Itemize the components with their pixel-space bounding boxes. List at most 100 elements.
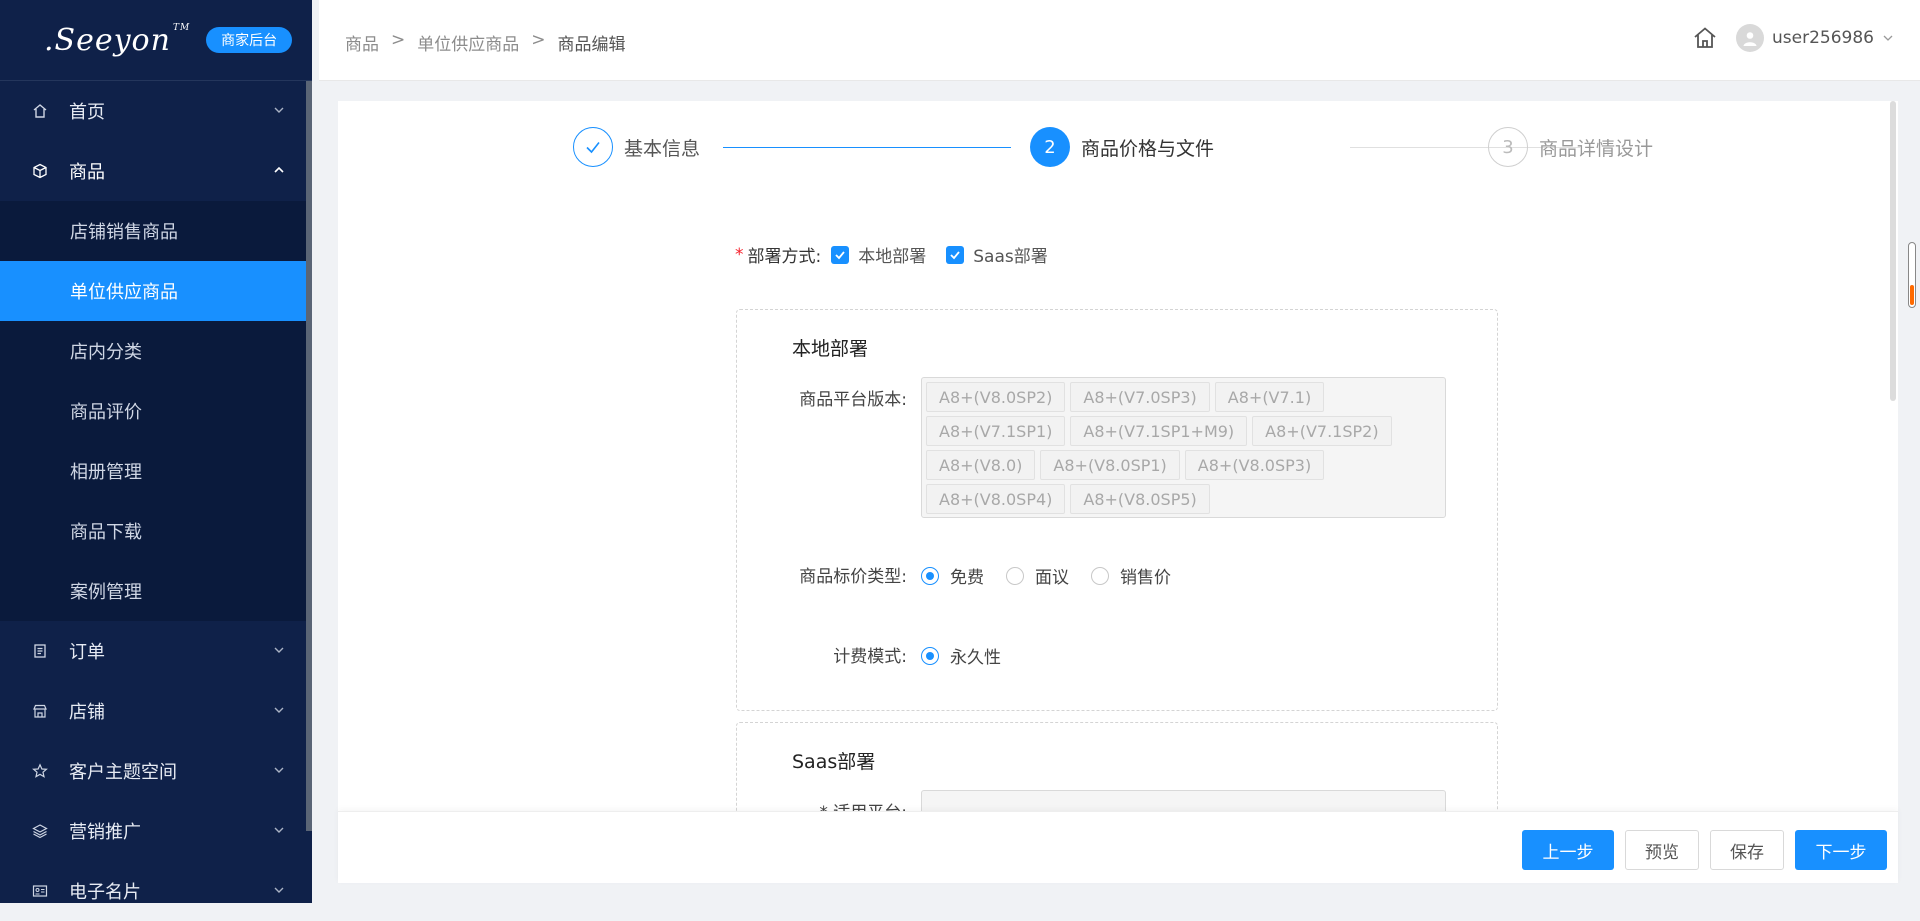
steps: 基本信息 2 商品价格与文件 3 商品详情设计 <box>573 127 1673 167</box>
platform-label: * 适用平台: <box>767 798 907 811</box>
logo[interactable]: .Seeyon TM <box>44 23 190 58</box>
sidebar-subitem-album[interactable]: 相册管理 <box>0 441 312 501</box>
sidebar-item-goods[interactable]: 商品 <box>0 141 312 201</box>
sidebar-item-customer-space[interactable]: 客户主题空间 <box>0 741 312 801</box>
version-tag: A8+(V7.1) <box>1214 382 1325 412</box>
version-select[interactable]: A8+(V8.0SP2) A8+(V7.0SP3) A8+(V7.1) A8+(… <box>921 377 1446 518</box>
radio-circle <box>921 566 939 585</box>
radio-free[interactable]: 免费 <box>921 563 984 588</box>
version-tag: A8+(V8.0SP5) <box>1070 484 1210 514</box>
step-connector <box>723 147 1011 148</box>
version-tag: A8+(V8.0) <box>926 450 1036 480</box>
footer-actions: 上一步 预览 保存 下一步 <box>338 811 1898 883</box>
chevron-down-icon <box>274 887 284 893</box>
sidebar-item-orders[interactable]: 订单 <box>0 621 312 681</box>
home-icon[interactable] <box>1692 25 1718 51</box>
chevron-down-icon <box>274 707 284 713</box>
logo-text: .Seeyon <box>44 22 171 58</box>
version-label: 商品平台版本: <box>799 390 907 410</box>
chevron-down-icon <box>274 107 284 113</box>
price-type-radio-group: 免费 面议 销售价 <box>921 563 1193 588</box>
version-tag: A8+(V8.0SP1) <box>1040 450 1180 480</box>
breadcrumb-separator: > <box>531 30 546 50</box>
star-icon <box>32 763 48 779</box>
home-icon <box>32 103 48 119</box>
radio-permanent[interactable]: 永久性 <box>921 643 1001 668</box>
sidebar-item-label: 电子名片 <box>69 882 141 903</box>
panel-title: Saas部署 <box>792 751 876 773</box>
box-icon <box>32 163 48 179</box>
sidebar-item-label: 商品 <box>69 162 105 183</box>
sidebar-item-label: 店铺 <box>69 702 105 723</box>
required-mark: * <box>735 244 744 265</box>
platform-select[interactable] <box>921 790 1446 811</box>
checkbox-label[interactable]: Saas部署 <box>973 242 1047 267</box>
next-step-button[interactable]: 下一步 <box>1795 830 1887 870</box>
sidebar-subitem-reviews[interactable]: 商品评价 <box>0 381 312 441</box>
sidebar-item-label: 客户主题空间 <box>69 762 177 783</box>
local-deploy-panel: 本地部署 商品平台版本: A8+(V8.0SP2) A8+(V7.0SP3) A… <box>736 309 1498 711</box>
sidebar-item-home[interactable]: 首页 <box>0 81 312 141</box>
version-tag: A8+(V7.1SP1) <box>926 416 1066 446</box>
checkbox-local-deploy[interactable] <box>831 245 850 264</box>
order-icon <box>32 643 48 659</box>
sidebar-subitem-store-category[interactable]: 店内分类 <box>0 321 312 381</box>
sidebar-item-store[interactable]: 店铺 <box>0 681 312 741</box>
checkbox-saas-deploy[interactable] <box>946 245 965 264</box>
chevron-up-icon <box>274 166 284 173</box>
panel-title: 本地部署 <box>792 338 869 360</box>
breadcrumb-separator: > <box>391 30 406 50</box>
check-icon <box>573 127 613 167</box>
version-tag: A8+(V7.0SP3) <box>1070 382 1210 412</box>
merchant-badge: 商家后台 <box>206 27 293 53</box>
logo-tm: TM <box>172 22 191 33</box>
step-label: 基本信息 <box>624 137 701 160</box>
checkbox-label[interactable]: 本地部署 <box>858 242 926 267</box>
layers-icon <box>32 823 48 839</box>
step-label: 商品详情设计 <box>1539 137 1654 160</box>
radio-circle <box>921 646 939 665</box>
step-price-files[interactable]: 2 商品价格与文件 <box>1030 127 1214 167</box>
breadcrumb: 商品 > 单位供应商品 > 商品编辑 <box>345 30 626 55</box>
version-tag: A8+(V8.0SP2) <box>926 382 1066 412</box>
deploy-method-row: * 部署方式: 本地部署 Saas部署 <box>735 242 1068 268</box>
price-type-label: 商品标价类型: <box>799 567 907 587</box>
chevron-down-icon <box>274 827 284 833</box>
scroll-indicator <box>1910 285 1914 305</box>
deploy-method-label: 部署方式: <box>747 247 822 267</box>
radio-circle <box>1006 566 1024 585</box>
avatar <box>1736 24 1765 52</box>
sidebar-item-marketing[interactable]: 营销推广 <box>0 801 312 861</box>
sidebar-subitem-store-sales[interactable]: 店铺销售商品 <box>0 201 312 261</box>
step-number: 2 <box>1030 127 1070 167</box>
sidebar-subitem-unit-supply[interactable]: 单位供应商品 <box>0 261 312 321</box>
step-detail-design[interactable]: 3 商品详情设计 <box>1488 127 1653 167</box>
billing-mode-label: 计费模式: <box>833 647 907 667</box>
prev-step-button[interactable]: 上一步 <box>1522 830 1614 870</box>
preview-button[interactable]: 预览 <box>1625 830 1699 870</box>
top-right-actions: user256986 <box>1692 24 1894 52</box>
radio-negotiable[interactable]: 面议 <box>1006 563 1069 588</box>
breadcrumb-item-unit-supply[interactable]: 单位供应商品 <box>417 30 519 55</box>
content-scrollbar[interactable] <box>1890 101 1896 401</box>
sidebar-item-ecard[interactable]: 电子名片 <box>0 861 312 921</box>
user-menu[interactable]: user256986 <box>1736 24 1894 52</box>
sidebar-scrollbar[interactable] <box>306 81 312 831</box>
radio-label: 面议 <box>1035 568 1069 588</box>
save-button[interactable]: 保存 <box>1710 830 1784 870</box>
radio-sale-price[interactable]: 销售价 <box>1091 563 1171 588</box>
sidebar-subitem-download[interactable]: 商品下载 <box>0 501 312 561</box>
billing-mode-radio-group: 永久性 <box>921 643 1023 668</box>
page-scrollbar-thumb[interactable] <box>1908 242 1916 308</box>
version-tag: A8+(V8.0SP4) <box>926 484 1066 514</box>
version-tag: A8+(V8.0SP3) <box>1184 450 1325 480</box>
breadcrumb-item-goods[interactable]: 商品 <box>345 30 379 55</box>
step-basic-info[interactable]: 基本信息 <box>573 127 700 167</box>
card-icon <box>32 883 48 899</box>
step-number: 3 <box>1488 127 1528 167</box>
username: user256986 <box>1772 28 1874 48</box>
sidebar-subitem-cases[interactable]: 案例管理 <box>0 561 312 621</box>
sidebar-item-label: 首页 <box>69 102 105 123</box>
sidebar: .Seeyon TM 商家后台 首页 商品 店铺销售商品 单位供应商品 店内分类 … <box>0 0 312 903</box>
radio-label: 永久性 <box>950 648 1001 668</box>
